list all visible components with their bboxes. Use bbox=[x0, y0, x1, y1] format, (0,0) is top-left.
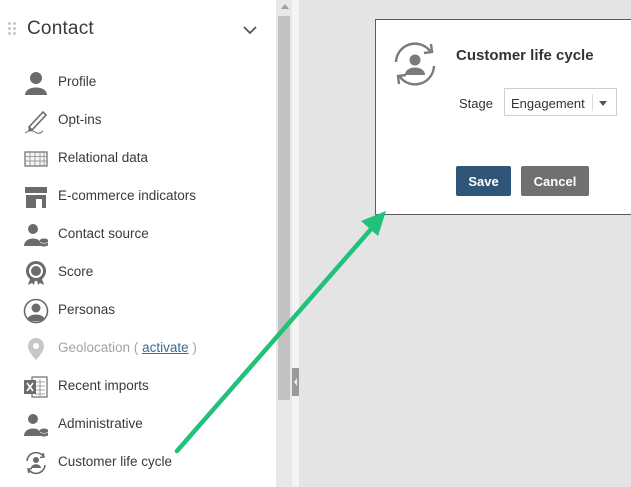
dialog-title: Customer life cycle bbox=[456, 47, 594, 64]
cancel-button[interactable]: Cancel bbox=[521, 166, 589, 196]
sidebar-item-customer-life-cycle[interactable]: Customer life cycle bbox=[0, 443, 276, 481]
stage-label: Stage bbox=[459, 96, 493, 111]
sidebar-item-contact-source[interactable]: Contact source bbox=[0, 215, 276, 253]
scrollbar-thumb[interactable] bbox=[278, 16, 290, 400]
life-cycle-icon bbox=[23, 450, 49, 476]
sidebar-item-label: Geolocation ( activate ) bbox=[58, 340, 197, 355]
collapse-panel-handle[interactable] bbox=[292, 368, 299, 396]
sidebar-item-personas[interactable]: Personas bbox=[0, 291, 276, 329]
score-badge-icon bbox=[23, 260, 49, 286]
sidebar-item-opt-ins[interactable]: Opt-ins bbox=[0, 101, 276, 139]
life-cycle-icon bbox=[390, 40, 440, 88]
geolocation-suffix: ) bbox=[188, 340, 197, 355]
sidebar-menu: Profile Opt-ins Relational data E-commer… bbox=[0, 63, 276, 481]
sidebar-item-label: Personas bbox=[58, 302, 116, 317]
sidebar-item-score[interactable]: Score bbox=[0, 253, 276, 291]
sidebar-item-label: Recent imports bbox=[58, 378, 149, 393]
sidebar-item-label: Score bbox=[58, 264, 94, 279]
store-icon bbox=[23, 184, 49, 210]
stage-select-value: Engagement bbox=[511, 96, 585, 111]
location-pin-icon bbox=[23, 336, 49, 362]
sidebar-item-label: Profile bbox=[58, 74, 97, 89]
sidebar-item-label: Contact source bbox=[58, 226, 149, 241]
grid-icon bbox=[23, 146, 49, 172]
scroll-up-arrow-icon[interactable] bbox=[281, 4, 289, 9]
select-separator bbox=[592, 94, 593, 111]
sidebar-item-e-commerce-indicators[interactable]: E-commerce indicators bbox=[0, 177, 276, 215]
activate-link[interactable]: activate bbox=[142, 340, 189, 355]
sidebar-title: Contact bbox=[27, 18, 94, 39]
persona-icon bbox=[23, 298, 49, 324]
excel-import-icon bbox=[23, 374, 49, 400]
sidebar-item-relational-data[interactable]: Relational data bbox=[0, 139, 276, 177]
panel-divider bbox=[292, 0, 299, 487]
sidebar-item-geolocation: Geolocation ( activate ) bbox=[0, 329, 276, 367]
contact-sidebar: Contact Profile Opt-ins Relational data bbox=[0, 0, 276, 487]
sidebar-item-administrative[interactable]: Administrative bbox=[0, 405, 276, 443]
sidebar-item-label: Administrative bbox=[58, 416, 143, 431]
sidebar-header: Contact bbox=[0, 14, 276, 46]
geolocation-label: Geolocation ( bbox=[58, 340, 139, 355]
drag-grip-icon[interactable] bbox=[8, 22, 18, 38]
profile-icon bbox=[23, 70, 49, 96]
stage-select[interactable]: Engagement bbox=[504, 88, 617, 116]
contact-source-icon bbox=[23, 222, 49, 248]
sidebar-item-label: Opt-ins bbox=[58, 112, 102, 127]
sidebar-item-label: E-commerce indicators bbox=[58, 188, 197, 203]
sidebar-item-recent-imports[interactable]: Recent imports bbox=[0, 367, 276, 405]
chevron-down-icon[interactable] bbox=[241, 21, 259, 39]
sidebar-item-label: Customer life cycle bbox=[58, 454, 173, 469]
chevron-down-icon[interactable] bbox=[599, 101, 607, 106]
save-button[interactable]: Save bbox=[456, 166, 511, 196]
customer-life-cycle-dialog: Customer life cycle Stage Engagement Sav… bbox=[375, 19, 631, 215]
pen-icon bbox=[23, 108, 49, 134]
sidebar-item-label: Relational data bbox=[58, 150, 149, 165]
administrative-icon bbox=[23, 412, 49, 438]
sidebar-item-profile[interactable]: Profile bbox=[0, 63, 276, 101]
